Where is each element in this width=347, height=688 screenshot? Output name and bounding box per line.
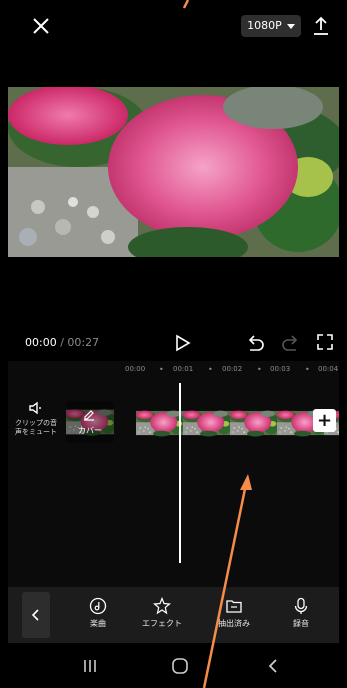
system-navigation-bar [8,643,339,688]
cover-button[interactable]: カバー [66,401,114,443]
ruler-dot: • [208,365,213,374]
toolbar-back-button[interactable] [22,592,50,638]
redo-icon[interactable] [280,332,302,354]
home-icon[interactable] [171,657,189,675]
recent-apps-icon[interactable] [80,658,100,674]
mute-clip-audio-button[interactable]: クリップの音 声をミュート [8,399,64,437]
ruler-tick-label: 00:01 [173,365,194,373]
ruler-dot: • [159,365,164,374]
ruler-tick-label: 00:03 [270,365,291,373]
clip-thumbnail [136,410,183,437]
ruler-tick-label: 00:02 [222,365,243,373]
pencil-icon [84,410,94,421]
current-time: 00:00 [25,336,57,349]
speaker-icon [29,401,41,415]
time-ruler: 00:00 • 00:01 • 00:02 • 00:03 • 00:04 [118,365,339,379]
top-bar: 1080P [8,5,339,47]
mute-label-line2: 声をミュート [15,428,57,436]
toolbar-item-label: エフェクト [142,619,182,628]
toolbar-item-record[interactable]: 録音 [270,597,332,629]
toolbar-item-label: 録音 [293,619,309,628]
microphone-icon [294,597,308,614]
toolbar-item-effect[interactable]: エフェクト [131,597,193,629]
video-editor-screen: 1080P 00:00 / 00:27 00:00 • 00:01 • 00:0… [8,5,339,688]
toolbar-item-label: 抽出済み [218,619,250,628]
playhead[interactable] [179,383,181,563]
undo-icon[interactable] [244,332,266,354]
video-clip-track[interactable] [136,401,339,445]
chevron-left-icon [31,609,39,621]
bottom-toolbar: 楽曲 エフェクト 抽出済み 録音 [8,587,339,643]
time-display: 00:00 / 00:27 [25,336,99,349]
clip-thumbnail [183,410,230,437]
total-time: 00:27 [67,336,100,349]
fullscreen-icon[interactable] [315,332,335,352]
chevron-down-icon [286,23,295,29]
play-icon[interactable] [171,332,193,354]
ruler-tick-label: 00:04 [318,365,339,373]
timeline-panel[interactable]: 00:00 • 00:01 • 00:02 • 00:03 • 00:04 クリ… [8,361,339,587]
toolbar-item-music[interactable]: 楽曲 [67,597,129,629]
effect-star-icon [153,597,171,615]
ruler-dot: • [257,365,262,374]
cover-label: カバー [78,426,102,435]
toolbar-item-label: 楽曲 [90,619,106,628]
time-separator: / [56,336,68,349]
mute-label-line1: クリップの音 [15,419,57,427]
ruler-tick-label: 00:00 [125,365,146,373]
close-icon[interactable] [28,13,54,39]
folder-icon [226,600,242,613]
upload-icon[interactable] [308,13,334,39]
resolution-dropdown[interactable]: 1080P [241,15,301,37]
ruler-dot: • [305,365,310,374]
back-icon[interactable] [265,657,281,675]
preview-frame-image [8,87,339,257]
music-note-icon [89,597,107,615]
add-clip-button[interactable]: + [313,409,336,432]
playback-controls: 00:00 / 00:27 [8,325,339,361]
toolbar-item-extracted[interactable]: 抽出済み [203,597,265,629]
video-preview[interactable] [8,87,339,257]
clip-thumbnail [230,410,277,437]
resolution-label: 1080P [247,19,282,32]
